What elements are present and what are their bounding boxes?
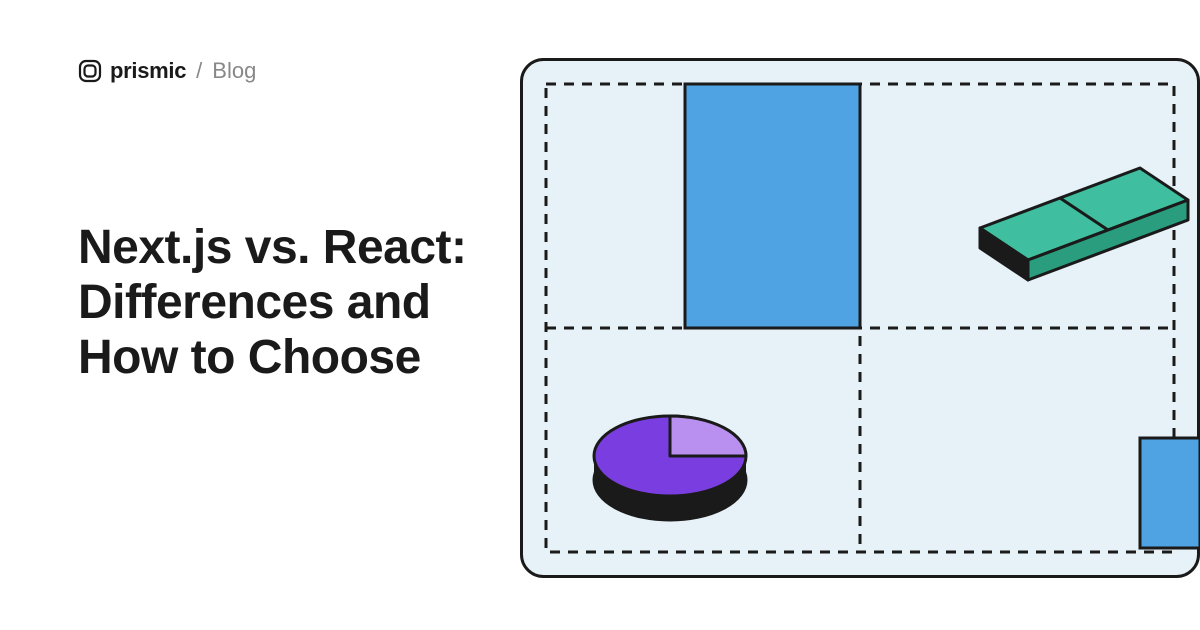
breadcrumb-separator: / bbox=[196, 58, 202, 84]
brand-logo: prismic bbox=[78, 58, 186, 84]
header: prismic / Blog bbox=[78, 58, 256, 84]
prismic-logo-icon bbox=[78, 59, 102, 83]
page-title: Next.js vs. React: Differences and How t… bbox=[78, 220, 518, 386]
brand-name: prismic bbox=[110, 58, 186, 84]
disc-shape-icon bbox=[594, 416, 746, 520]
decorative-illustration bbox=[520, 58, 1200, 578]
section-label: Blog bbox=[212, 58, 256, 84]
